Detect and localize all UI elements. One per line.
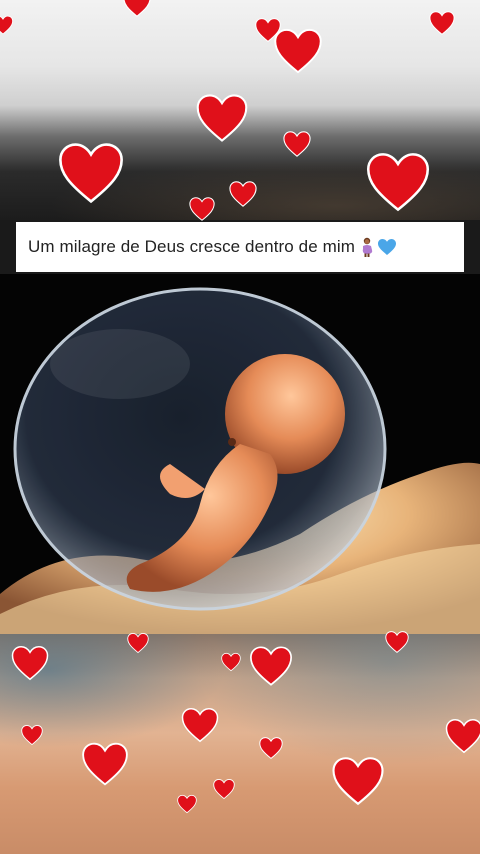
heart-icon — [56, 140, 126, 206]
heart-icon — [194, 92, 250, 144]
heart-icon — [258, 736, 284, 760]
caption-text: Um milagre de Deus cresce dentro de mim — [28, 237, 356, 256]
heart-icon — [282, 130, 312, 158]
heart-icon — [80, 740, 130, 788]
heart-icon — [10, 644, 50, 682]
heart-icon — [272, 26, 324, 76]
heart-icon — [212, 778, 236, 800]
blue-heart-icon — [378, 239, 397, 255]
heart-icon — [444, 714, 480, 758]
caption-emoji — [359, 237, 397, 257]
embryo-image — [0, 274, 480, 634]
heart-icon — [364, 150, 432, 214]
heart-icon — [176, 794, 198, 814]
heart-icon — [122, 0, 152, 18]
heart-icon — [428, 10, 456, 36]
heart-icon — [248, 644, 294, 688]
heart-icon — [126, 632, 150, 654]
heart-icon — [0, 8, 14, 42]
heart-icon — [228, 180, 258, 208]
pregnant-person-icon — [362, 237, 373, 257]
heart-icon — [220, 652, 242, 672]
caption-bar: Um milagre de Deus cresce dentro de mim — [16, 222, 464, 272]
heart-icon — [20, 724, 44, 746]
embryo-photo — [0, 274, 480, 634]
heart-icon — [384, 630, 410, 654]
heart-icon — [330, 754, 386, 808]
heart-icon — [188, 196, 216, 222]
heart-icon — [180, 706, 220, 744]
